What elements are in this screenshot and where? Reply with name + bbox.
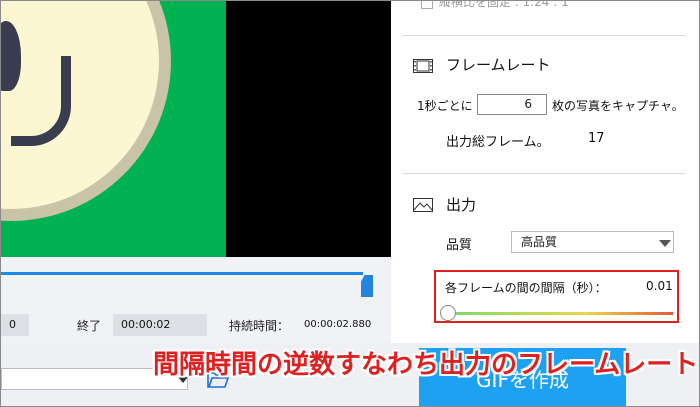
keep-aspect-label: 縦横比を固定 : 1.24 : 1 bbox=[439, 0, 569, 9]
frame-interval-slider-track[interactable] bbox=[451, 312, 673, 315]
caption-banner: 間隔時間の逆数すなわち出力のフレームレート bbox=[153, 350, 699, 380]
app-window: 0 終了 00:00:02 持続時間： 00:00:02.880 縦横比を固定 … bbox=[0, 0, 700, 407]
keep-aspect-option[interactable]: 縦横比を固定 : 1.24 : 1 bbox=[421, 0, 569, 10]
frames-per-second-input[interactable]: 6 bbox=[477, 94, 547, 115]
frame-interval-label: 各フレームの間の間隔（秒）： bbox=[445, 281, 607, 295]
total-frames-value: 17 bbox=[588, 131, 605, 146]
section-divider bbox=[403, 173, 685, 174]
section-divider bbox=[403, 35, 685, 36]
preview-green-area bbox=[1, 1, 226, 257]
keep-aspect-checkbox[interactable] bbox=[421, 1, 433, 9]
timeline-end-handle[interactable] bbox=[361, 275, 373, 297]
timeline-track[interactable] bbox=[1, 272, 363, 275]
frame-interval-highlight: 各フレームの間の間隔（秒）： 0.01 bbox=[434, 270, 679, 323]
quality-select[interactable]: 高品質 bbox=[511, 231, 674, 253]
duration-value: 00:00:02.880 bbox=[304, 319, 372, 330]
timeline: 0 終了 00:00:02 持続時間： 00:00:02.880 bbox=[1, 257, 391, 343]
dropdown-arrow-icon[interactable] bbox=[659, 240, 671, 247]
per-second-suffix: 枚の写真をキャプチャ。 bbox=[552, 99, 684, 113]
end-time-field[interactable]: 00:00:02 bbox=[113, 314, 207, 336]
start-time-field[interactable]: 0 bbox=[1, 314, 29, 336]
duration-label: 持続時間： bbox=[229, 319, 290, 333]
output-title: 出力 bbox=[446, 196, 477, 214]
end-time-label: 終了 bbox=[77, 319, 102, 333]
frame-interval-value: 0.01 bbox=[646, 279, 673, 293]
film-icon bbox=[413, 58, 433, 77]
image-icon bbox=[413, 197, 433, 216]
settings-panel: 縦横比を固定 : 1.24 : 1 フレームレート 1秒ごとに 6 枚の写真をキ… bbox=[391, 0, 699, 343]
total-frames-label: 出力総フレーム。 bbox=[446, 135, 550, 150]
frame-rate-title: フレームレート bbox=[446, 56, 551, 74]
video-preview bbox=[1, 1, 391, 257]
quality-label: 品質 bbox=[446, 238, 473, 253]
frame-interval-slider-thumb[interactable] bbox=[440, 305, 456, 321]
per-second-label: 1秒ごとに bbox=[417, 99, 473, 113]
